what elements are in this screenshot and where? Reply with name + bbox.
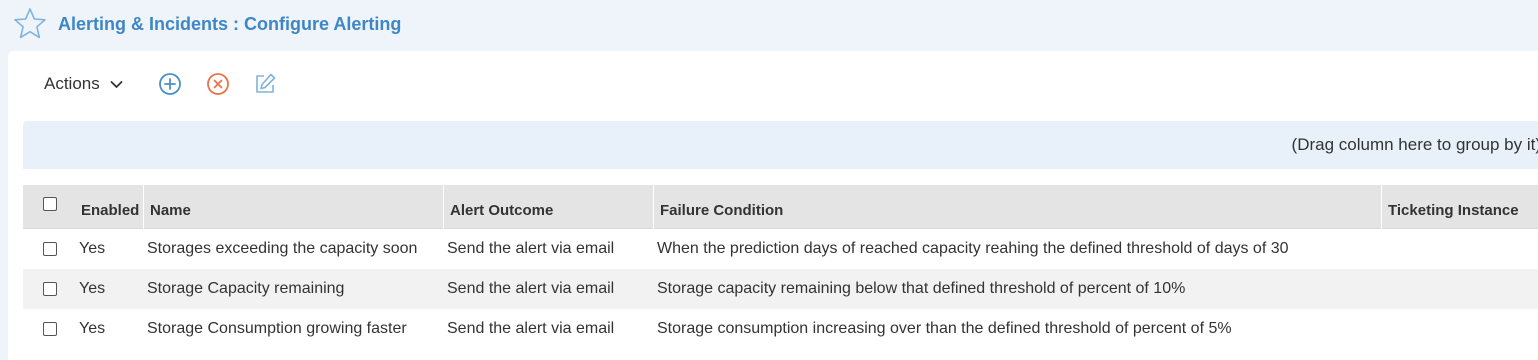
name-cell: Storage Consumption growing faster bbox=[147, 320, 407, 337]
failure-condition-cell: Storage consumption increasing over than… bbox=[657, 320, 1232, 337]
toolbar: Actions bbox=[44, 71, 123, 97]
page-header: Alerting & Incidents : Configure Alertin… bbox=[0, 0, 1538, 50]
add-icon[interactable] bbox=[157, 71, 183, 97]
favorite-star-icon[interactable] bbox=[13, 7, 47, 39]
alert-outcome-cell: Send the alert via email bbox=[447, 240, 615, 257]
column-header-enabled[interactable]: Enabled bbox=[75, 185, 143, 229]
column-header-alert-outcome[interactable]: Alert Outcome bbox=[443, 185, 653, 229]
alert-outcome-cell: Send the alert via email bbox=[447, 280, 615, 297]
delete-icon[interactable] bbox=[205, 71, 231, 97]
failure-condition-cell: When the prediction days of reached capa… bbox=[657, 240, 1289, 257]
table-row[interactable]: Yes Storages exceeding the capacity soon… bbox=[23, 229, 1538, 269]
name-cell: Storages exceeding the capacity soon bbox=[147, 240, 418, 257]
column-header-ticketing-instance[interactable]: Ticketing Instance bbox=[1381, 185, 1538, 229]
ticketing-instance-cell bbox=[1381, 309, 1387, 349]
column-header-failure-condition[interactable]: Failure Condition bbox=[653, 185, 1381, 229]
column-header-name[interactable]: Name bbox=[143, 185, 443, 229]
ticketing-instance-cell bbox=[1381, 229, 1387, 269]
row-checkbox[interactable] bbox=[43, 242, 57, 256]
actions-menu[interactable]: Actions bbox=[44, 74, 123, 94]
table-row[interactable]: Yes Storage Capacity remaining Send the … bbox=[23, 269, 1538, 309]
chevron-down-icon bbox=[110, 80, 123, 88]
row-checkbox[interactable] bbox=[43, 282, 57, 296]
enabled-cell: Yes bbox=[79, 240, 106, 257]
actions-label: Actions bbox=[44, 74, 100, 93]
select-all-checkbox[interactable] bbox=[43, 197, 57, 211]
table-row[interactable]: Yes Storage Consumption growing faster S… bbox=[23, 309, 1538, 349]
ticketing-instance-cell bbox=[1381, 269, 1387, 309]
group-by-drop-zone[interactable]: (Drag column here to group by it) bbox=[23, 121, 1538, 169]
edit-icon[interactable] bbox=[252, 71, 278, 97]
group-by-hint: (Drag column here to group by it) bbox=[1291, 135, 1538, 154]
alerts-table: Enabled Name Alert Outcome Failure Condi… bbox=[23, 185, 1538, 349]
enabled-cell: Yes bbox=[79, 320, 106, 337]
name-cell: Storage Capacity remaining bbox=[147, 280, 345, 297]
page-title: Alerting & Incidents : Configure Alertin… bbox=[58, 14, 402, 34]
alert-outcome-cell: Send the alert via email bbox=[447, 320, 615, 337]
table-header: Enabled Name Alert Outcome Failure Condi… bbox=[23, 185, 1538, 229]
enabled-cell: Yes bbox=[79, 280, 106, 297]
failure-condition-cell: Storage capacity remaining below that de… bbox=[657, 280, 1186, 297]
row-checkbox[interactable] bbox=[43, 322, 57, 336]
